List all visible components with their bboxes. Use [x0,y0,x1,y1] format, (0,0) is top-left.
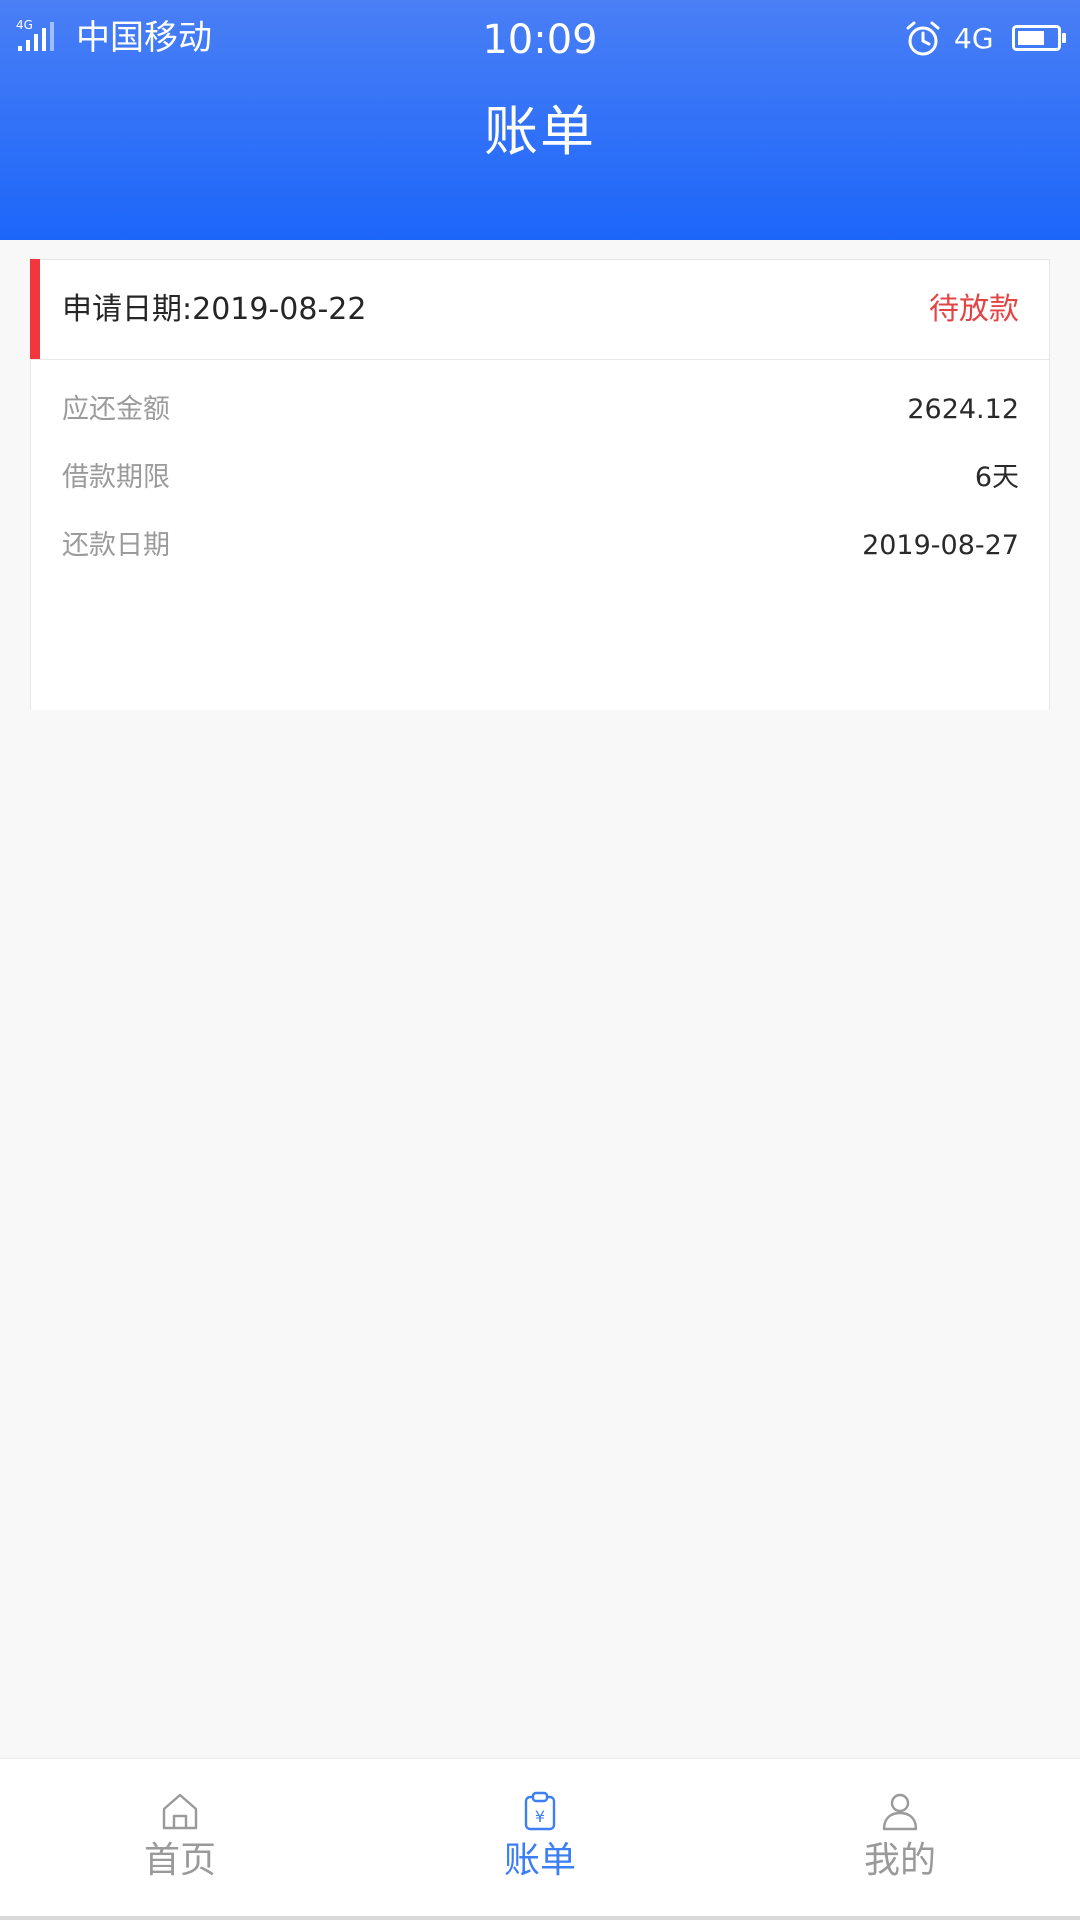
app-header: 4G 中国移动 10:09 4G 账单 [0,0,1080,240]
detail-row-term: 借款期限 6天 [62,450,1019,506]
status-bar: 4G 中国移动 10:09 4G [0,0,1080,78]
home-icon [162,1793,198,1830]
tab-home-label: 首页 [143,1840,216,1881]
amount-label: 应还金额 [62,394,170,425]
term-value: 6天 [974,462,1019,493]
tab-bill[interactable]: ¥ 账单 [360,1759,720,1919]
battery-icon [1012,25,1066,51]
bill-icon: ¥ [524,1791,556,1831]
page-title: 账单 [484,100,596,163]
status-badge: 待放款 [929,292,1019,327]
term-label: 借款期限 [62,462,170,493]
amount-value: 2624.12 [907,394,1019,425]
alarm-icon [906,21,940,56]
user-icon [882,1793,918,1831]
svg-text:¥: ¥ [535,1807,545,1826]
due-date-value: 2019-08-27 [862,530,1019,561]
system-home-bar [0,1916,1080,1920]
due-date-label: 还款日期 [62,530,170,561]
network-type: 4G [954,22,994,55]
apply-date: 申请日期:2019-08-22 [62,292,367,327]
tab-mine[interactable]: 我的 [720,1759,1080,1919]
detail-row-amount: 应还金额 2624.12 [62,382,1019,438]
tab-bill-label: 账单 [503,1840,576,1881]
bill-card[interactable]: 申请日期:2019-08-22 待放款 应还金额 2624.12 借款期限 6天… [30,259,1050,710]
tab-mine-label: 我的 [863,1840,936,1881]
card-header: 申请日期:2019-08-22 待放款 [31,260,1049,360]
tab-home[interactable]: 首页 [0,1759,360,1919]
detail-row-due-date: 还款日期 2019-08-27 [62,518,1019,574]
bottom-tab-bar: 首页 ¥ 账单 我的 [0,1758,1080,1920]
